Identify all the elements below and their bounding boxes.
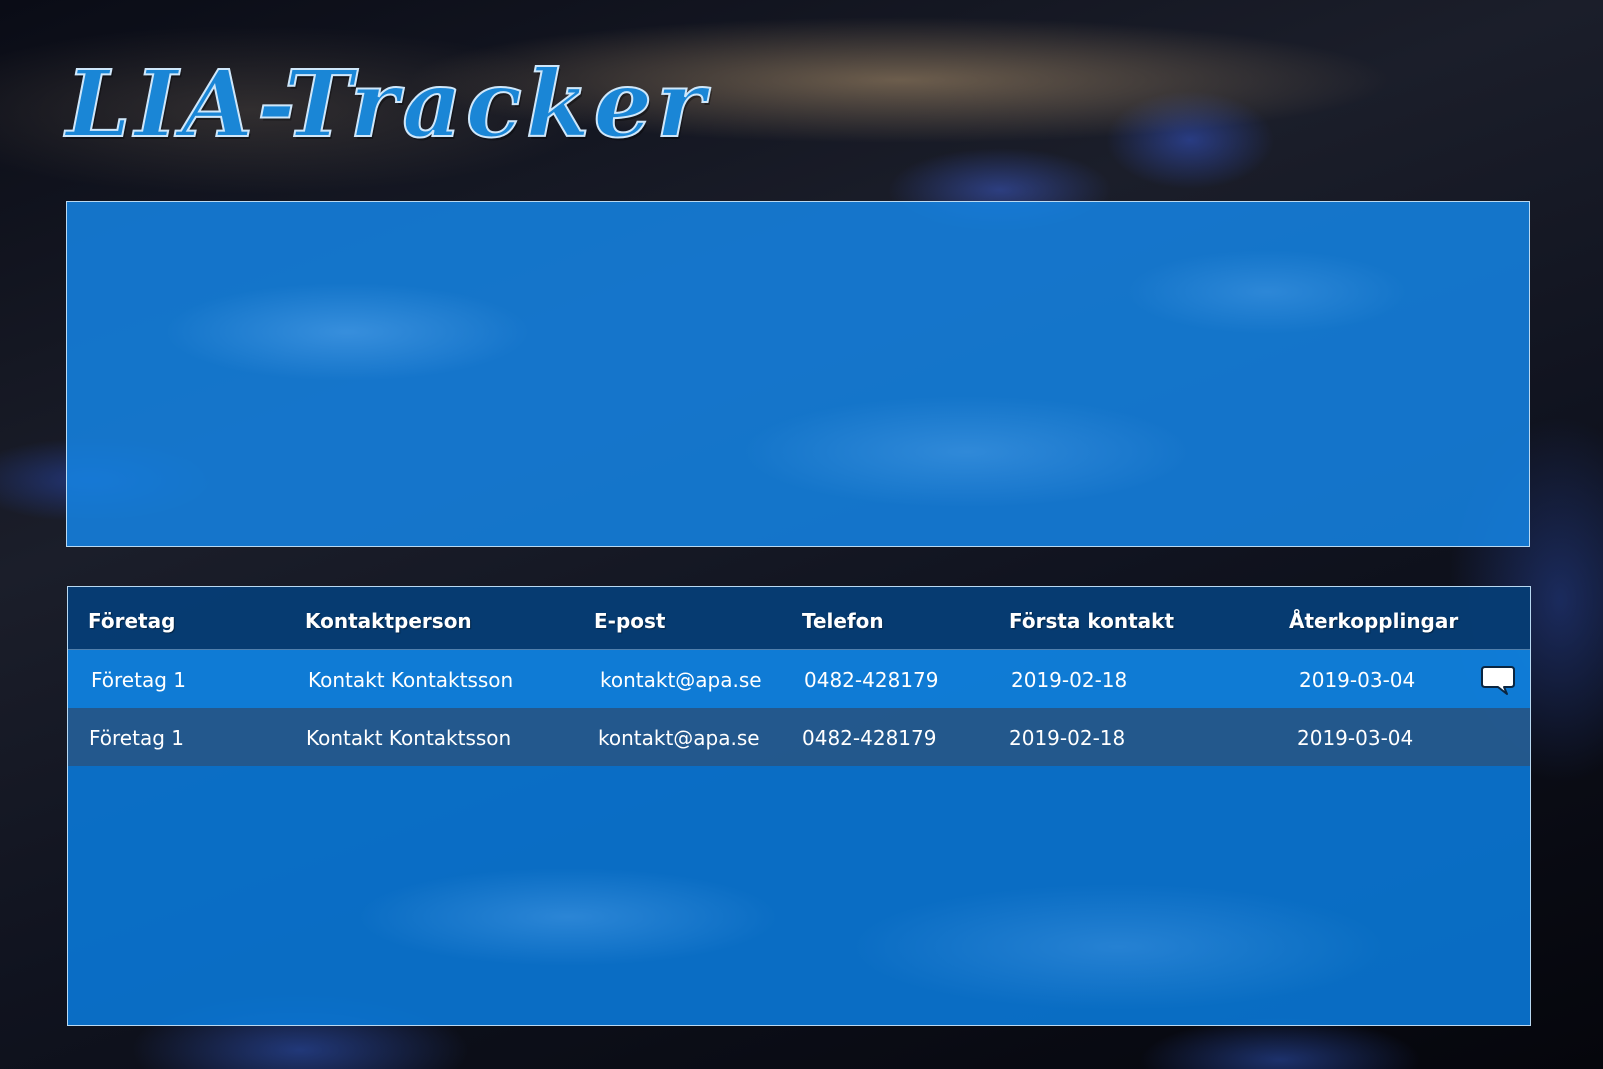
comment-icon[interactable] (1480, 664, 1516, 696)
cell-email[interactable]: kontakt@apa.se (598, 726, 760, 750)
header-company[interactable]: Företag (88, 609, 175, 633)
content-panel (66, 201, 1530, 547)
table-row[interactable]: Företag 1 Kontakt Kontaktsson kontakt@ap… (68, 708, 1530, 766)
header-feedback[interactable]: Återkopplingar (1289, 609, 1458, 633)
cell-feedback: 2019-03-04 (1299, 668, 1416, 692)
header-contact-person[interactable]: Kontaktperson (305, 609, 472, 633)
table-row[interactable]: Företag 1 Kontakt Kontaktsson kontakt@ap… (68, 650, 1530, 708)
cell-phone: 0482-428179 (802, 726, 937, 750)
cell-company: Företag 1 (89, 726, 184, 750)
cell-first-contact: 2019-02-18 (1009, 726, 1126, 750)
cell-first-contact: 2019-02-18 (1011, 668, 1128, 692)
table-header-row: Företag Kontaktperson E-post Telefon För… (68, 587, 1530, 650)
cell-email[interactable]: kontakt@apa.se (600, 668, 762, 692)
cell-contact-person: Kontakt Kontaktsson (308, 668, 514, 692)
header-first-contact[interactable]: Första kontakt (1009, 609, 1174, 633)
cell-contact-person: Kontakt Kontaktsson (306, 726, 512, 750)
contacts-table: Företag Kontaktperson E-post Telefon För… (67, 586, 1531, 1026)
cell-company: Företag 1 (91, 668, 186, 692)
cell-phone: 0482-428179 (804, 668, 939, 692)
header-phone[interactable]: Telefon (802, 609, 884, 633)
cell-feedback: 2019-03-04 (1297, 726, 1414, 750)
app-title: LIA-Tracker (65, 50, 709, 158)
header-email[interactable]: E-post (594, 609, 665, 633)
